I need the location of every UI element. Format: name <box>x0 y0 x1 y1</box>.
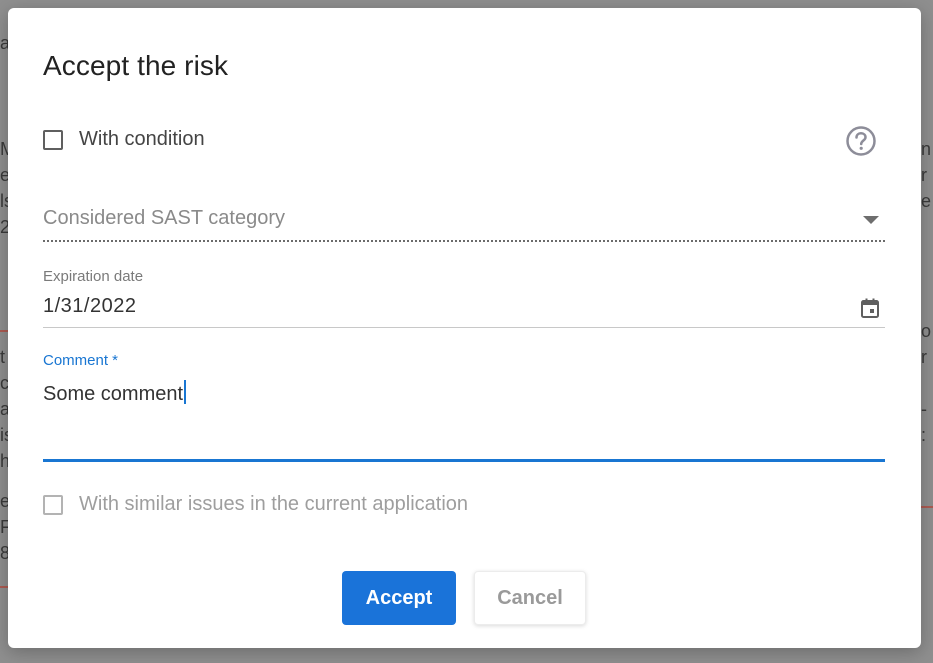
comment-text: Some comment <box>43 383 184 405</box>
comment-label: Comment * <box>43 352 119 369</box>
background-text-fragment: nre <box>921 139 932 211</box>
checkbox-box[interactable] <box>43 129 63 150</box>
dialog-title: Accept the risk <box>43 50 229 81</box>
background-divider <box>921 506 933 508</box>
expiration-date-field[interactable]: Expiration date 1/31/2022 <box>43 268 885 328</box>
background-divider <box>0 330 8 332</box>
calendar-icon[interactable] <box>861 298 879 318</box>
accept-button[interactable]: Accept <box>342 571 456 625</box>
help-circle-icon[interactable] <box>845 125 877 157</box>
similar-issues-checkbox[interactable]: With similar issues in the current appli… <box>43 493 468 516</box>
sast-category-select[interactable]: Considered SAST category <box>43 204 885 242</box>
text-caret <box>184 380 187 404</box>
comment-textarea[interactable]: Some comment <box>43 380 187 406</box>
cancel-button[interactable]: Cancel <box>474 571 586 625</box>
background-text-fragment: or-: <box>921 321 932 445</box>
comment-field[interactable]: Comment * Some comment <box>43 352 885 462</box>
chevron-down-icon[interactable] <box>863 216 879 224</box>
expiration-date-label: Expiration date <box>43 268 144 285</box>
expiration-date-input[interactable]: 1/31/2022 <box>43 295 136 318</box>
sast-category-placeholder: Considered SAST category <box>43 207 285 229</box>
accept-risk-dialog: Accept the risk With condition Considere… <box>8 8 921 648</box>
background-divider <box>0 586 8 588</box>
with-condition-checkbox[interactable]: With condition <box>43 128 205 151</box>
with-condition-label: With condition <box>79 128 205 150</box>
checkbox-box[interactable] <box>43 494 63 515</box>
similar-issues-label: With similar issues in the current appli… <box>79 493 469 515</box>
